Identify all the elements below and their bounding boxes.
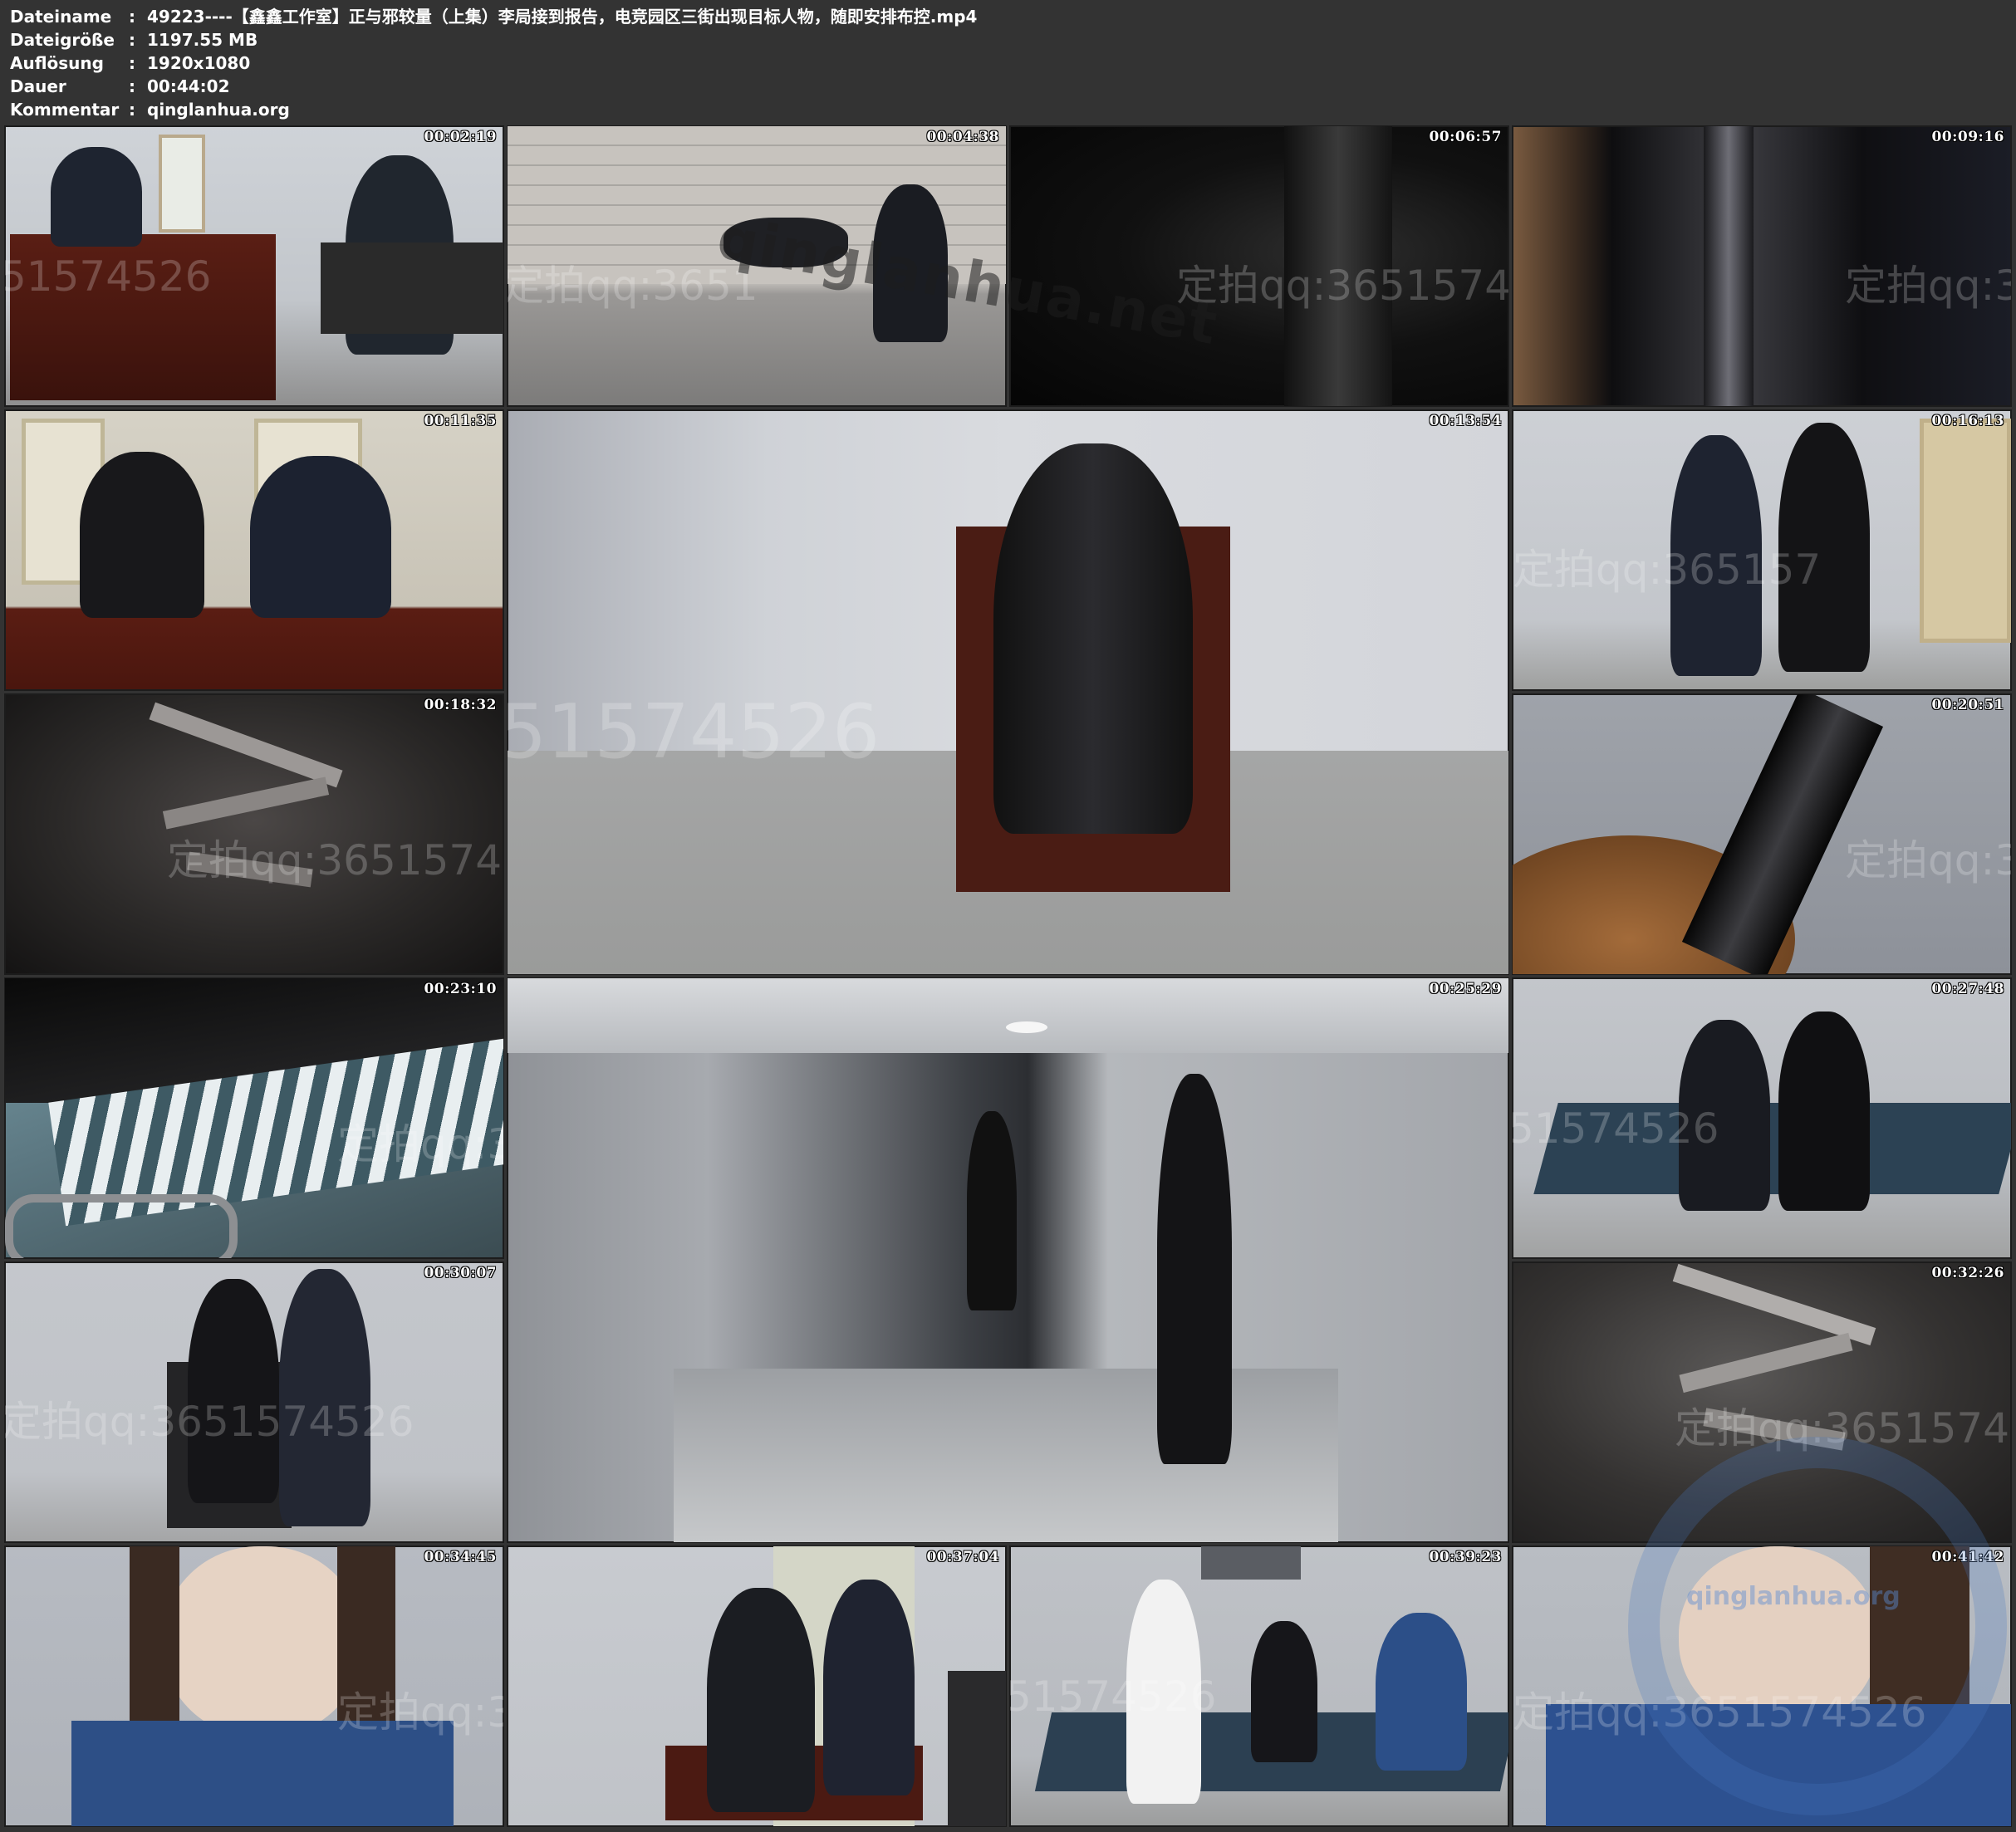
meta-value: qinglanhua.org <box>147 100 290 120</box>
meta-row-filesize: Dateigröße : 1197.55 MB <box>10 28 977 51</box>
watermark: 定拍qq:3651574526 <box>167 836 503 884</box>
seated-person <box>993 443 1193 834</box>
seated-person <box>1778 1012 1870 1211</box>
video-thumbnail: 定拍qq:36 00:34:45 <box>4 1545 504 1827</box>
ceiling-light <box>1006 1021 1047 1033</box>
watermark: 定拍qq:36 <box>1845 262 2011 310</box>
standing-person <box>1157 1074 1232 1464</box>
video-thumbnail: 51574526 00:27:48 <box>1512 977 2012 1259</box>
video-thumbnail: 定拍qq:36 00:20:51 <box>1512 693 2012 975</box>
timestamp: 00:11:35 <box>424 413 497 429</box>
meta-value: 1197.55 MB <box>147 30 258 50</box>
meta-separator: : <box>129 30 135 50</box>
logo-stroke <box>149 702 343 788</box>
meta-value: 1920x1080 <box>147 53 251 73</box>
meta-key: Dateigröße <box>10 30 115 50</box>
meta-row-duration: Dauer : 00:44:02 <box>10 75 977 98</box>
watermark: 定拍qq:365157 <box>1513 546 1822 594</box>
video-thumbnail: 00:37:04 <box>507 1545 1007 1827</box>
chain <box>5 1194 238 1258</box>
meta-separator: : <box>129 100 135 120</box>
watermark: 51574526 <box>1513 1105 1719 1153</box>
timestamp: 00:23:10 <box>424 981 497 997</box>
watermark: 51574526 <box>1010 1673 1217 1721</box>
logo-stroke <box>162 776 330 830</box>
timestamp: 00:34:45 <box>424 1549 497 1565</box>
meta-row-comment: Kommentar : qinglanhua.org <box>10 98 977 121</box>
timestamp: 00:06:57 <box>1429 129 1502 145</box>
video-thumbnail: 51574526 00:13:54 <box>507 409 1509 975</box>
door <box>1920 419 2011 643</box>
watermark: 51574526 <box>5 252 212 301</box>
watermark: 定拍qq:36 <box>337 1120 503 1168</box>
seated-person <box>1251 1621 1317 1762</box>
watermark: 定拍qq:3651574526 <box>5 1398 414 1446</box>
window <box>159 135 205 233</box>
logo-stroke <box>1679 1332 1853 1394</box>
leather-bench <box>321 242 503 334</box>
meta-key: Dateiname <box>10 7 112 27</box>
standing-person <box>967 1111 1017 1310</box>
meta-separator: : <box>129 76 135 96</box>
timestamp: 00:02:19 <box>424 129 497 145</box>
watermark-logo-ring <box>1628 1437 2007 1815</box>
seated-person <box>51 147 142 247</box>
watermark: 51574526 <box>508 688 880 776</box>
video-thumbnail: 定拍qq:36 00:23:10 <box>4 977 504 1259</box>
video-thumbnail: 定拍qq:3651574526 00:18:32 <box>4 693 504 975</box>
timestamp: 00:32:26 <box>1931 1265 2004 1281</box>
standing-person <box>707 1588 815 1812</box>
seated-person <box>1376 1613 1467 1771</box>
meta-separator: : <box>129 7 135 27</box>
corridor-floor <box>674 1369 1338 1542</box>
video-thumbnail: 51574526 00:39:23 <box>1009 1545 1509 1827</box>
office-chair <box>948 1671 1006 1826</box>
meta-key: Dauer <box>10 76 66 96</box>
video-thumbnail: 00:11:35 <box>4 409 504 691</box>
standing-person <box>823 1580 915 1795</box>
face-closeup <box>163 1546 362 1737</box>
meta-value: 00:44:02 <box>147 76 230 96</box>
file-info-header: Dateiname : 49223----【鑫鑫工作室】正与邪较量（上集）李局接… <box>10 5 977 121</box>
timestamp: 00:27:48 <box>1931 981 2004 997</box>
meta-key: Kommentar <box>10 100 120 120</box>
zipper-highlight <box>1704 126 1754 406</box>
logo-watermark: qinglanhua.org <box>1686 1582 1901 1611</box>
meta-value: 49223----【鑫鑫工作室】正与邪较量（上集）李局接到报告，电竞园区三街出现… <box>147 7 978 27</box>
timestamp: 00:18:32 <box>424 697 497 713</box>
timestamp: 00:39:23 <box>1429 1549 1502 1565</box>
video-thumbnail: 定拍qq:3651574526 00:30:07 <box>4 1261 504 1543</box>
timestamp: 00:09:16 <box>1931 129 2004 145</box>
meta-row-resolution: Auflösung : 1920x1080 <box>10 51 977 75</box>
meta-row-filename: Dateiname : 49223----【鑫鑫工作室】正与邪较量（上集）李局接… <box>10 5 977 28</box>
ceiling <box>508 978 1508 1053</box>
watermark: 定拍qq:3651574526 <box>1176 262 1508 310</box>
meta-separator: : <box>129 53 135 73</box>
video-thumbnail: 定拍qq:3651574526 00:06:57 <box>1009 125 1509 407</box>
seated-person <box>250 456 391 618</box>
seated-person <box>80 452 204 618</box>
timestamp: 00:16:13 <box>1931 413 2004 429</box>
timestamp: 00:30:07 <box>424 1265 497 1281</box>
video-thumbnail: 00:25:29 <box>507 977 1509 1543</box>
video-thumbnail: 51574526 00:02:19 <box>4 125 504 407</box>
timestamp: 00:04:38 <box>926 129 999 145</box>
timestamp: 00:20:51 <box>1931 697 2004 713</box>
meta-key: Auflösung <box>10 53 104 73</box>
timestamp: 00:37:04 <box>926 1549 999 1565</box>
timestamp: 00:13:54 <box>1429 413 1502 429</box>
video-thumbnail: 定拍qq:365157 00:16:13 <box>1512 409 2012 691</box>
video-thumbnail: 定拍qq:36 00:09:16 <box>1512 125 2012 407</box>
barred-vent <box>1201 1546 1301 1580</box>
watermark: 定拍qq:36 <box>337 1688 503 1736</box>
timestamp: 00:25:29 <box>1429 981 1502 997</box>
watermark: 定拍qq:36 <box>1845 836 2011 884</box>
